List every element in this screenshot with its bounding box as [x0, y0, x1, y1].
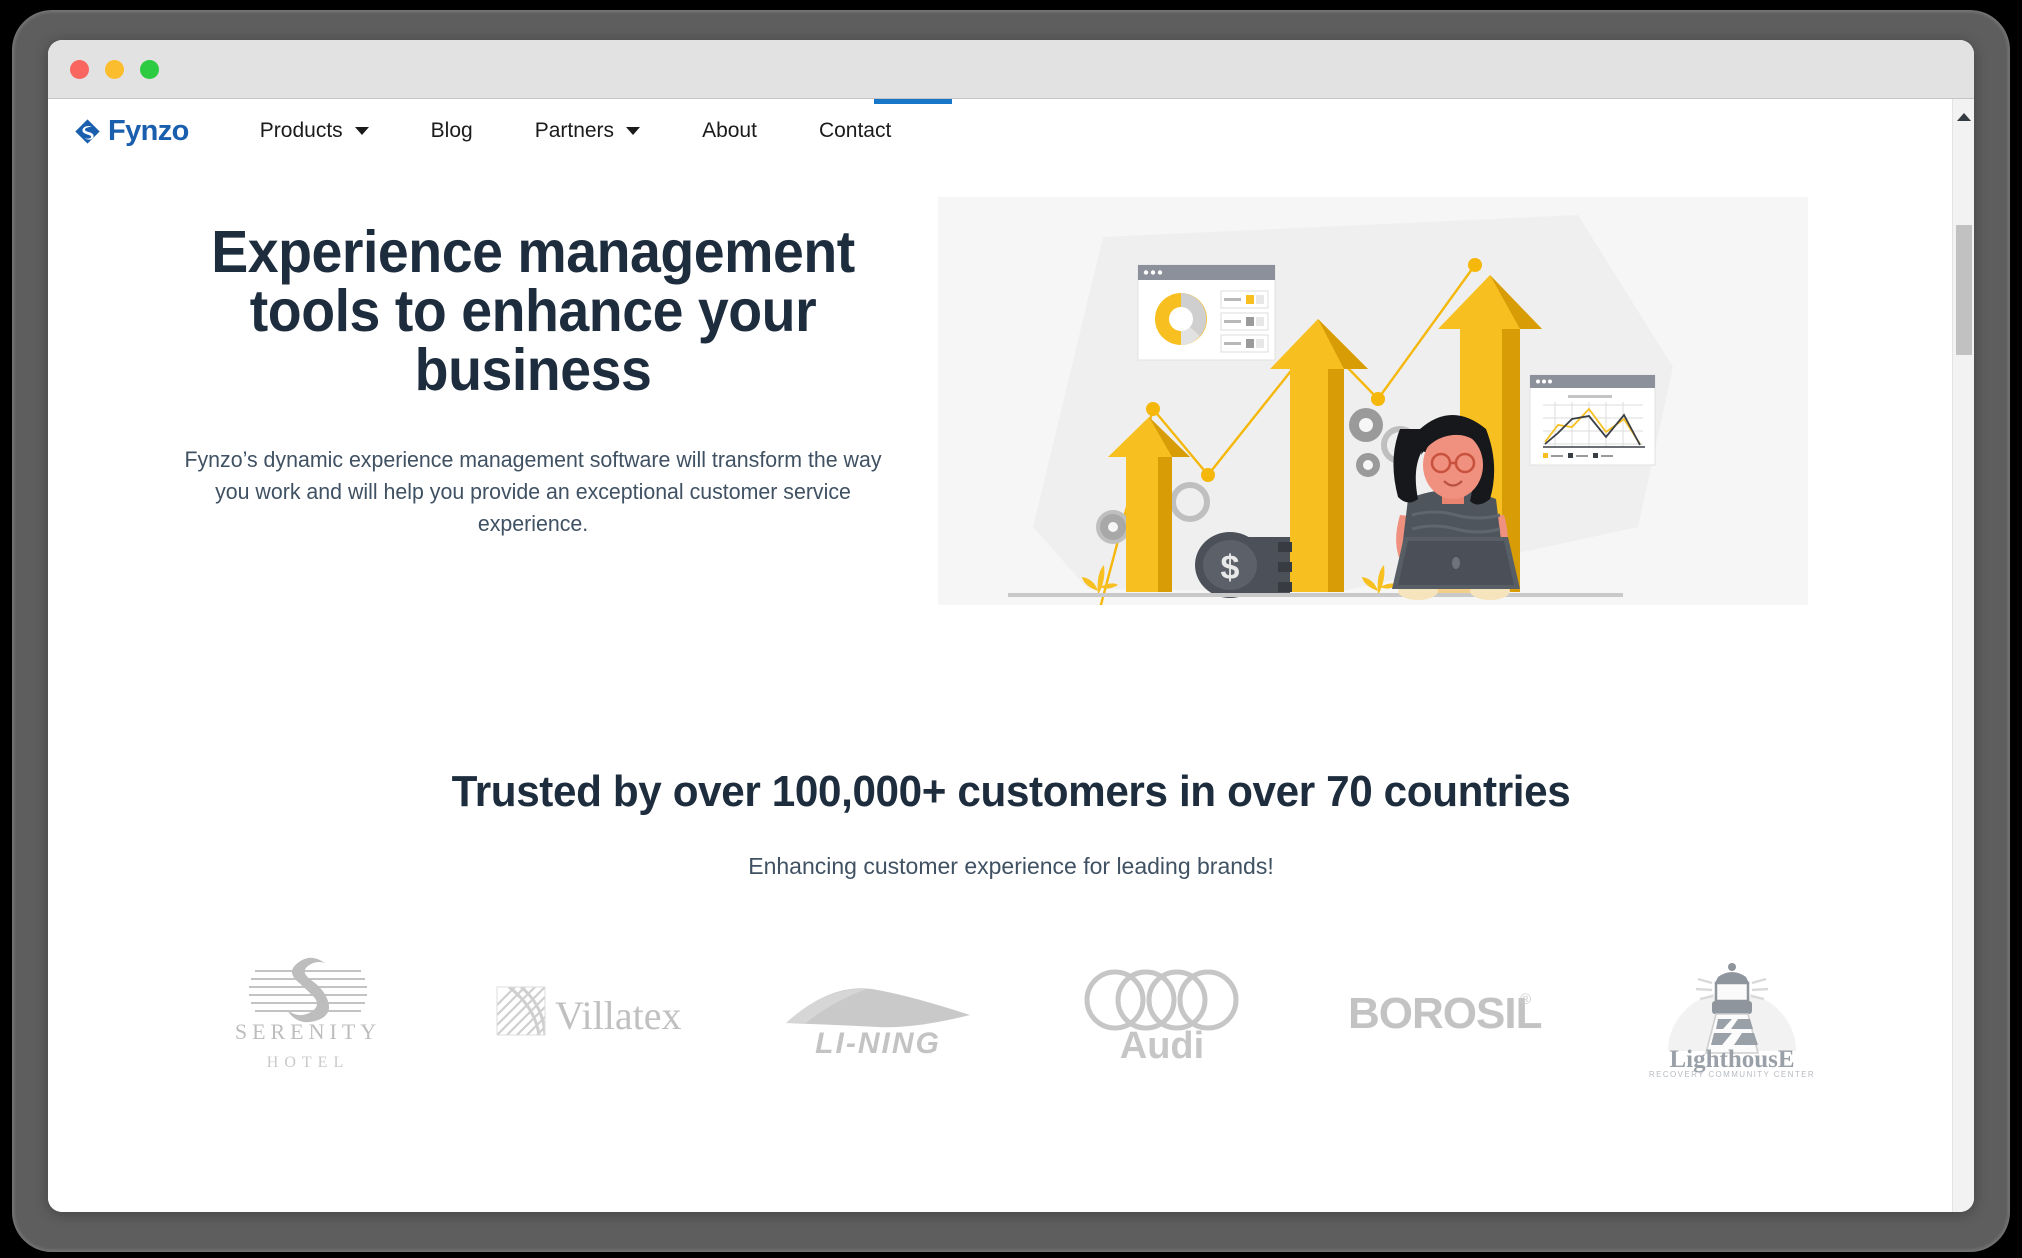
- borosil-registered-mark: ®: [1520, 991, 1531, 1008]
- audi-wordmark: Audi: [1120, 1025, 1204, 1062]
- lighthouse-sublabel: RECOVERY COMMUNITY CENTER: [1649, 1070, 1815, 1077]
- site-header: Fynzo Products Blog Partners About Conta…: [48, 99, 1974, 163]
- device-frame: Fynzo Products Blog Partners About Conta…: [0, 0, 2022, 1258]
- nav-label: About: [702, 119, 757, 142]
- trusted-title: Trusted by over 100,000+ customers in ov…: [451, 767, 1571, 816]
- scrollbar-thumb[interactable]: [1956, 225, 1972, 355]
- brand-logo-row: SERENITY HOTEL Villatex LI-NING Audi BOR…: [48, 952, 1974, 1077]
- hero-title: Experience management tools to enhance y…: [211, 219, 855, 403]
- window-traffic-lights: [70, 60, 159, 79]
- scroll-up-arrow-icon[interactable]: [1956, 113, 1971, 121]
- brand-logo-audi[interactable]: Audi: [1042, 952, 1282, 1072]
- hero-section: Experience management tools to enhance y…: [48, 163, 1974, 605]
- vertical-scrollbar[interactable]: [1952, 99, 1974, 1212]
- minimize-button[interactable]: [105, 60, 124, 79]
- nav-item-about[interactable]: About: [671, 119, 788, 143]
- nav-item-partners[interactable]: Partners: [504, 119, 671, 143]
- nav-item-products[interactable]: Products: [229, 119, 400, 143]
- window-titlebar: [48, 40, 1974, 99]
- trusted-section: Trusted by over 100,000+ customers in ov…: [48, 767, 1974, 1077]
- fynzo-wave-diamond-icon: [74, 118, 101, 145]
- brand-logo-villatex[interactable]: Villatex: [473, 952, 713, 1072]
- maximize-button[interactable]: [140, 60, 159, 79]
- villatex-wordmark: Villatex: [555, 993, 681, 1038]
- main-navigation: Products Blog Partners About Contact: [229, 119, 923, 143]
- brand-logo-serenity-hotel[interactable]: SERENITY HOTEL: [188, 952, 428, 1072]
- trusted-subtitle: Enhancing customer experience for leadin…: [748, 853, 1274, 879]
- nav-item-blog[interactable]: Blog: [400, 119, 504, 143]
- nav-label: Contact: [818, 119, 892, 142]
- brand-logo-borosil[interactable]: BOROSIL ®: [1327, 952, 1567, 1072]
- business-growth-illustration: $: [938, 197, 1808, 605]
- hero-copy: Experience management tools to enhance y…: [48, 197, 928, 605]
- brand-logo-lighthouse[interactable]: LighthousE RECOVERY COMMUNITY CENTER: [1612, 952, 1852, 1077]
- brand-logo-li-ning[interactable]: LI-NING: [758, 952, 998, 1072]
- nav-label: Blog: [430, 119, 473, 142]
- close-button[interactable]: [70, 60, 89, 79]
- chevron-down-icon: [626, 127, 641, 135]
- serenity-sublabel: HOTEL: [267, 1054, 349, 1071]
- page-viewport: Fynzo Products Blog Partners About Conta…: [48, 99, 1974, 1212]
- browser-window: Fynzo Products Blog Partners About Conta…: [48, 40, 1974, 1212]
- lighthouse-wordmark: LighthousE: [1669, 1046, 1794, 1073]
- nav-item-contact[interactable]: Contact: [788, 119, 922, 143]
- serenity-wordmark: SERENITY: [235, 1019, 381, 1044]
- hero-subtitle: Fynzo’s dynamic experience management so…: [184, 447, 882, 536]
- nav-label: Products: [259, 119, 343, 142]
- brand-logo[interactable]: Fynzo: [74, 115, 189, 148]
- svg-text:$: $: [1221, 549, 1240, 587]
- lining-wordmark: LI-NING: [815, 1027, 941, 1057]
- brand-name: Fynzo: [108, 114, 189, 147]
- chevron-down-icon: [354, 127, 369, 135]
- nav-label: Partners: [534, 119, 615, 142]
- borosil-wordmark: BOROSIL: [1348, 989, 1542, 1038]
- active-tab-indicator: [874, 99, 952, 104]
